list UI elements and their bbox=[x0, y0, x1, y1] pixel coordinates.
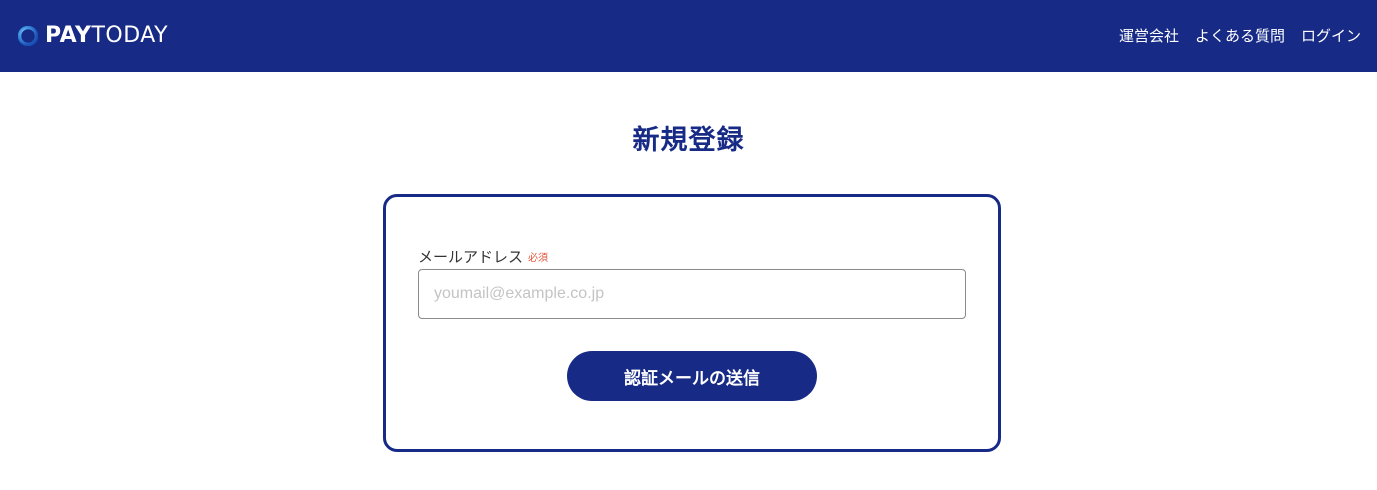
logo-text-today: TODAY bbox=[91, 23, 169, 48]
nav-link-faq[interactable]: よくある質問 bbox=[1195, 26, 1285, 46]
site-logo[interactable]: PAY TODAY bbox=[18, 0, 168, 72]
email-input[interactable] bbox=[418, 269, 966, 319]
nav-link-company[interactable]: 運営会社 bbox=[1119, 26, 1179, 46]
registration-card: メールアドレス 必須 認証メールの送信 bbox=[383, 194, 1001, 452]
email-label: メールアドレス bbox=[418, 248, 524, 266]
page-title: 新規登録 bbox=[632, 125, 745, 156]
logo-text-pay: PAY bbox=[45, 23, 92, 48]
required-badge: 必須 bbox=[528, 253, 549, 264]
send-verification-email-button[interactable]: 認証メールの送信 bbox=[567, 351, 817, 401]
site-header: PAY TODAY 運営会社 よくある質問 ログイン bbox=[0, 0, 1377, 72]
circle-logo-icon bbox=[18, 26, 38, 46]
header-nav: 運営会社 よくある質問 ログイン bbox=[1119, 26, 1361, 46]
nav-link-login[interactable]: ログイン bbox=[1301, 26, 1361, 46]
email-label-row: メールアドレス 必須 bbox=[418, 247, 548, 267]
logo-wordmark: PAY TODAY bbox=[45, 25, 168, 47]
